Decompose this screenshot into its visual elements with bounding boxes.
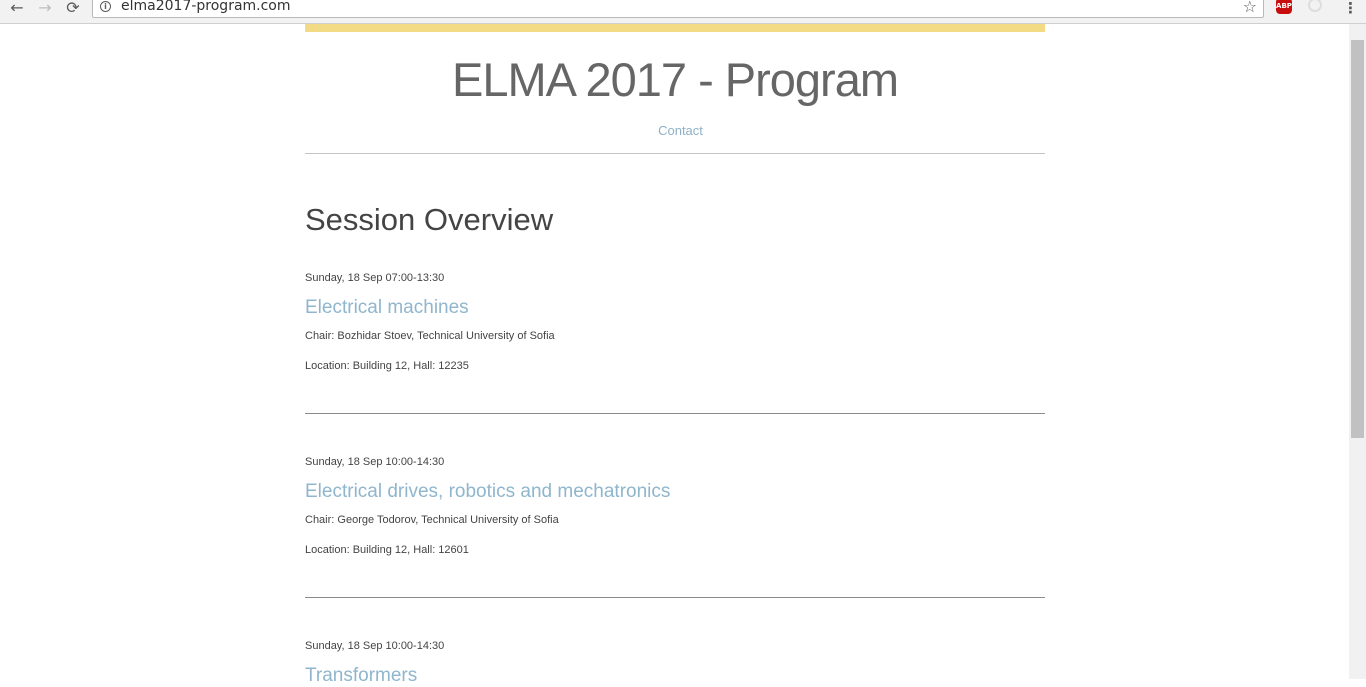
session-divider	[305, 597, 1045, 598]
session-time: Sunday, 18 Sep 07:00-13:30	[305, 272, 445, 284]
site-info-icon[interactable]: i	[100, 1, 111, 12]
session-divider	[305, 413, 1045, 414]
session-chair: Chair: Bozhidar Stoev, Technical Univers…	[305, 330, 555, 342]
browser-toolbar: ← → ⟳ i elma2017-program.com ☆ ABP ⋮	[0, 0, 1366, 24]
extension-icon[interactable]	[1308, 0, 1322, 12]
browser-menu-icon[interactable]: ⋮	[1343, 0, 1358, 17]
session-location: Location: Building 12, Hall: 12601	[305, 544, 469, 556]
adblock-extension-icon[interactable]: ABP	[1276, 0, 1292, 14]
reload-icon[interactable]: ⟳	[62, 0, 84, 16]
session-title-link[interactable]: Transformers	[305, 665, 1045, 687]
session-title-link[interactable]: Electrical drives, robotics and mechatro…	[305, 481, 1045, 503]
back-arrow-icon[interactable]: ←	[6, 0, 28, 16]
session-item: Sunday, 18 Sep 10:00-14:30 Electrical dr…	[305, 456, 1045, 598]
forward-arrow-icon[interactable]: →	[34, 0, 56, 16]
address-bar[interactable]: i elma2017-program.com ☆	[92, 0, 1264, 18]
session-location: Location: Building 12, Hall: 12235	[305, 360, 469, 372]
session-time: Sunday, 18 Sep 10:00-14:30	[305, 456, 445, 468]
session-item: Sunday, 18 Sep 10:00-14:30 Transformers	[305, 640, 1045, 687]
bookmark-star-icon[interactable]: ☆	[1243, 0, 1257, 16]
header-divider	[305, 153, 1045, 154]
nav-link-contact[interactable]: Contact	[305, 123, 1045, 138]
header-accent-bar	[305, 24, 1045, 32]
section-heading: Session Overview	[305, 202, 554, 237]
page-content: ELMA 2017 - Program Contact Session Over…	[305, 24, 1045, 687]
url-text[interactable]: elma2017-program.com	[121, 0, 291, 14]
site-title: ELMA 2017 - Program	[452, 53, 899, 106]
scrollbar[interactable]	[1349, 24, 1366, 679]
session-chair: Chair: George Todorov, Technical Univers…	[305, 514, 559, 526]
session-title-link[interactable]: Electrical machines	[305, 297, 1045, 319]
session-item: Sunday, 18 Sep 07:00-13:30 Electrical ma…	[305, 272, 1045, 414]
scrollbar-thumb[interactable]	[1351, 40, 1364, 438]
session-time: Sunday, 18 Sep 10:00-14:30	[305, 640, 445, 652]
